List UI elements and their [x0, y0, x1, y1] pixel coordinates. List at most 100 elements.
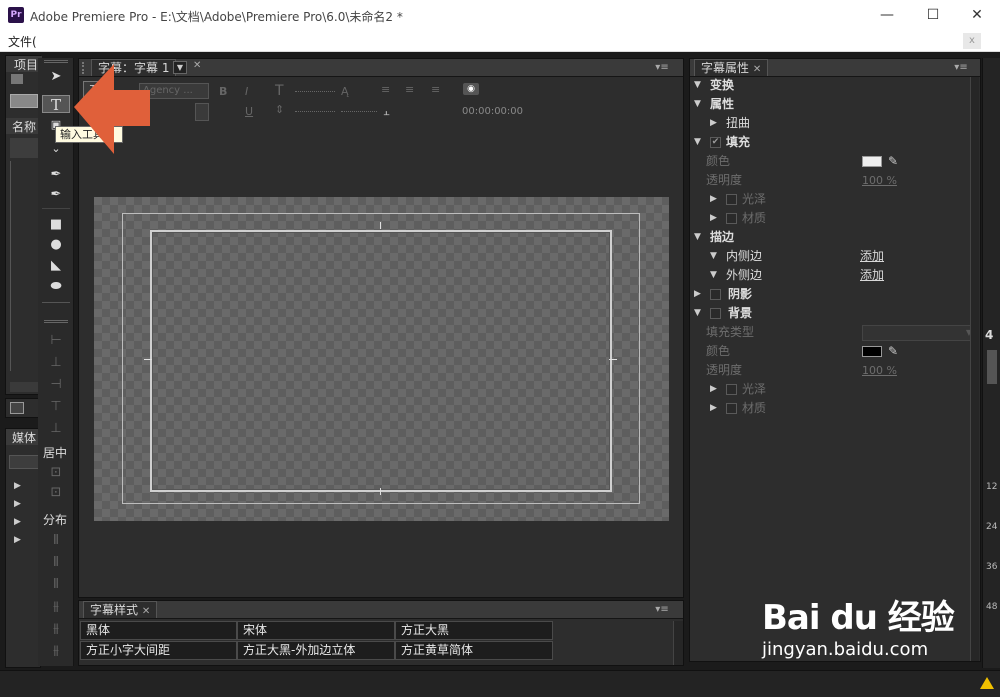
style-swatch[interactable]: 宋体: [237, 621, 395, 640]
media-tab[interactable]: 媒体: [12, 429, 36, 446]
align-right-icon[interactable]: ⊣: [42, 376, 70, 394]
fill-checkbox[interactable]: ✔: [710, 137, 721, 148]
show-background-video-icon[interactable]: ◉: [463, 83, 479, 95]
italic-icon[interactable]: I: [245, 85, 248, 98]
prop-attributes-row[interactable]: ▼ 属性: [690, 95, 970, 114]
prop-sheen-row[interactable]: ▶ 光泽: [690, 190, 970, 209]
timecode[interactable]: 00:00:00:00: [462, 106, 523, 117]
expand-triangle-icon[interactable]: ▶: [710, 399, 717, 418]
add-inner-stroke-link[interactable]: 添加: [860, 247, 884, 266]
distribute-center-icon[interactable]: ⫴: [42, 554, 70, 572]
align-text-right-icon[interactable]: ≡: [431, 83, 440, 96]
project-column-name[interactable]: 名称: [12, 118, 36, 135]
style-swatch[interactable]: 方正大黑-外加边立体: [237, 641, 395, 660]
add-anchor-tool-icon[interactable]: ✒: [42, 186, 70, 204]
style-swatch[interactable]: 方正黄草简体: [395, 641, 553, 660]
center-vertical-icon[interactable]: ⊡: [42, 464, 70, 482]
collapse-triangle-icon[interactable]: ▼: [694, 95, 701, 114]
collapse-triangle-icon[interactable]: ▼: [694, 304, 701, 323]
close-tab-icon[interactable]: ✕: [193, 60, 201, 71]
background-checkbox[interactable]: [710, 308, 721, 319]
props-scrollbar[interactable]: [970, 77, 979, 661]
collapse-triangle-icon[interactable]: ▼: [694, 76, 701, 95]
sheen-checkbox[interactable]: [726, 194, 737, 205]
ellipse-tool-icon[interactable]: ⬬: [42, 278, 70, 296]
align-bottom-icon[interactable]: ⊥: [42, 420, 70, 438]
prop-outer-stroke-row[interactable]: ▼ 外侧边 添加: [690, 266, 970, 285]
panel-menu-icon[interactable]: ▾≡: [653, 61, 671, 75]
prop-stroke-row[interactable]: ▼ 描边: [690, 228, 970, 247]
bg-sheen-checkbox[interactable]: [726, 384, 737, 395]
prop-transform-row[interactable]: ▼ 变换: [690, 76, 970, 95]
wedge-tool-icon[interactable]: ◣: [42, 257, 70, 275]
panel-menu-icon[interactable]: ▾≡: [653, 603, 671, 617]
minimize-button[interactable]: —: [872, 4, 902, 26]
distribute-right-icon[interactable]: ⫴: [42, 576, 70, 594]
expand-triangle-icon[interactable]: ▶: [14, 535, 21, 545]
align-text-left-icon[interactable]: ≡: [381, 83, 390, 96]
collapse-triangle-icon[interactable]: ▼: [710, 266, 717, 285]
distribute-top-icon[interactable]: ⫵: [42, 598, 70, 616]
eyedropper-icon[interactable]: ✎: [888, 152, 898, 171]
project-item-row[interactable]: [10, 138, 40, 158]
collapse-triangle-icon[interactable]: ▼: [694, 228, 701, 247]
expand-triangle-icon[interactable]: ▶: [694, 285, 701, 304]
tab-stops-icon[interactable]: ⫠: [383, 105, 390, 119]
underline-icon[interactable]: U: [245, 105, 253, 118]
style-swatch[interactable]: 方正小字大间距: [80, 641, 237, 660]
warning-icon[interactable]: [980, 677, 994, 689]
prop-bg-texture-row[interactable]: ▶ 材质: [690, 399, 970, 418]
bg-color-swatch[interactable]: [862, 346, 882, 357]
panel-menu-icon[interactable]: ▾≡: [952, 61, 970, 75]
tab-title-styles[interactable]: 字幕样式 ✕: [83, 601, 158, 618]
style-swatch[interactable]: 黑体: [80, 621, 237, 640]
rounded-rect-tool-icon[interactable]: ●: [42, 236, 70, 254]
eyedropper-icon[interactable]: ✎: [888, 342, 898, 361]
prop-distort-row[interactable]: ▶ 扭曲: [690, 114, 970, 133]
maximize-button[interactable]: ☐: [918, 4, 948, 26]
collapse-triangle-icon[interactable]: ▼: [710, 247, 717, 266]
close-tab-icon[interactable]: ✕: [142, 606, 150, 617]
fill-type-dropdown[interactable]: ▼: [862, 325, 976, 341]
font-style-dropdown[interactable]: [195, 103, 209, 121]
prop-bg-sheen-row[interactable]: ▶ 光泽: [690, 380, 970, 399]
fill-color-swatch[interactable]: [862, 156, 882, 167]
expand-triangle-icon[interactable]: ▶: [14, 499, 21, 509]
pen-tool-icon[interactable]: ✒: [42, 166, 70, 184]
expand-triangle-icon[interactable]: ▶: [14, 481, 21, 491]
shadow-checkbox[interactable]: [710, 289, 721, 300]
project-scrollbar[interactable]: [10, 382, 40, 392]
style-swatch[interactable]: 方正大黑: [395, 621, 553, 640]
bold-icon[interactable]: B: [219, 85, 227, 98]
list-view-icon[interactable]: [10, 402, 24, 414]
selection-tool-icon[interactable]: ➤: [42, 68, 70, 86]
distribute-left-icon[interactable]: ⫴: [42, 532, 70, 550]
menu-file[interactable]: 文件(: [8, 33, 37, 50]
bg-opacity-value[interactable]: 100 %: [862, 361, 897, 380]
media-path-dropdown[interactable]: [9, 455, 39, 469]
close-button[interactable]: ✕: [962, 4, 992, 26]
texture-checkbox[interactable]: [726, 213, 737, 224]
expand-triangle-icon[interactable]: ▶: [710, 114, 717, 133]
align-center-h-icon[interactable]: ⊥: [42, 354, 70, 372]
prop-texture-row[interactable]: ▶ 材质: [690, 209, 970, 228]
expand-triangle-icon[interactable]: ▶: [710, 209, 717, 228]
prop-shadow-row[interactable]: ▶ 阴影: [690, 285, 970, 304]
tab-title-properties[interactable]: 字幕属性 ✕: [694, 59, 769, 76]
fill-opacity-value[interactable]: 100 %: [862, 171, 897, 190]
collapse-triangle-icon[interactable]: ▼: [694, 133, 701, 152]
expand-triangle-icon[interactable]: ▶: [710, 380, 717, 399]
scroll-thumb[interactable]: [987, 350, 997, 384]
panel-close-button[interactable]: x: [963, 33, 981, 49]
bg-texture-checkbox[interactable]: [726, 403, 737, 414]
add-outer-stroke-link[interactable]: 添加: [860, 266, 884, 285]
expand-triangle-icon[interactable]: ▶: [710, 190, 717, 209]
leading-field[interactable]: [295, 111, 335, 112]
distribute-bottom-icon[interactable]: ⫵: [42, 642, 70, 660]
type-tool-icon[interactable]: T: [42, 95, 70, 114]
center-horizontal-icon[interactable]: ⊡: [42, 484, 70, 502]
prop-inner-stroke-row[interactable]: ▼ 内侧边 添加: [690, 247, 970, 266]
rectangle-tool-icon[interactable]: ■: [42, 216, 70, 234]
align-top-icon[interactable]: ⊤: [42, 398, 70, 416]
close-tab-icon[interactable]: ✕: [753, 64, 761, 75]
